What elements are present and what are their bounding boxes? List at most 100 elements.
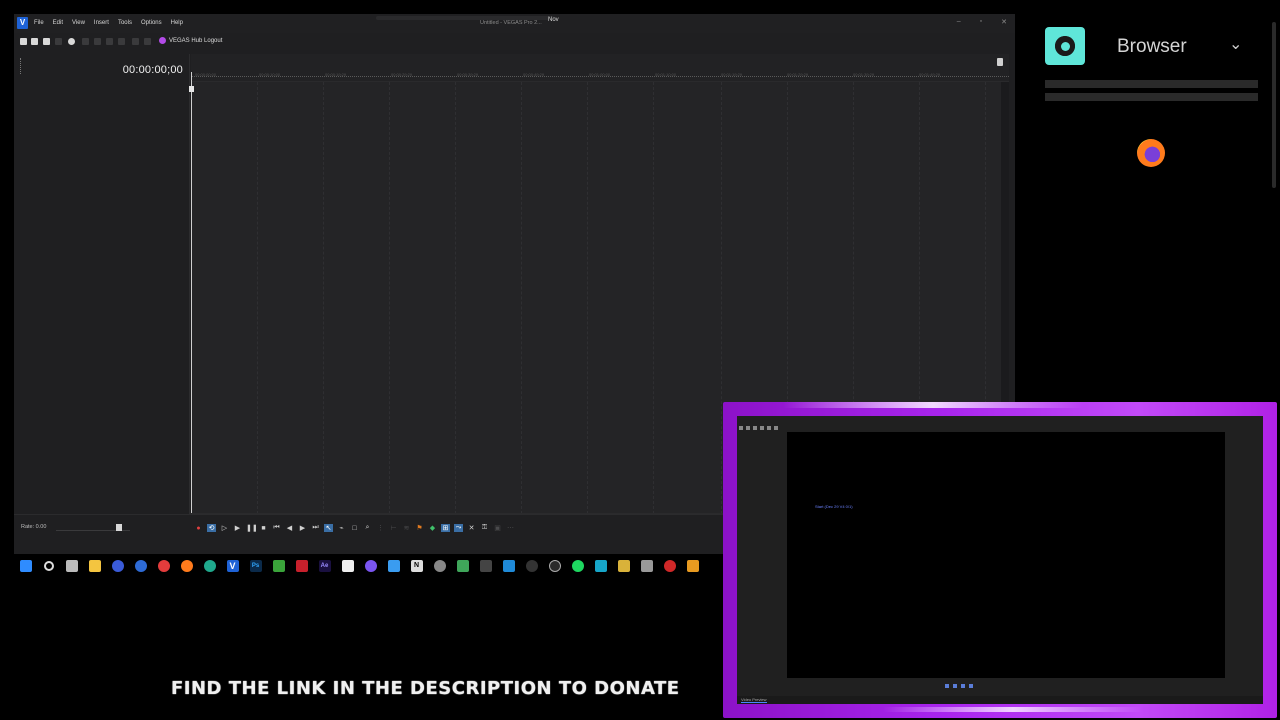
preview-tool-icon[interactable] — [753, 426, 757, 430]
taskbar-photos[interactable] — [382, 554, 405, 578]
timeline-ruler[interactable]: 00:00:00;00 00:00:10;00 00:00:19;29 00:0… — [191, 54, 1009, 82]
preview-tab[interactable]: Video Preview — [741, 697, 767, 703]
crossfade-icon[interactable]: ✕ — [467, 524, 476, 532]
taskbar-spotify[interactable] — [566, 554, 589, 578]
split-icon[interactable]: ⋮ — [376, 524, 385, 532]
terminal-icon — [479, 560, 492, 572]
loop-icon[interactable]: ⟲ — [207, 524, 216, 532]
go-to-end-icon[interactable]: ⏭ — [311, 524, 320, 532]
taskbar-app-blue[interactable] — [497, 554, 520, 578]
pin-icon[interactable] — [997, 58, 1003, 66]
vegas-logo-icon[interactable]: V — [17, 17, 28, 29]
edge-icon — [203, 560, 216, 572]
taskbar-search[interactable] — [37, 554, 60, 578]
start-button[interactable] — [14, 554, 37, 578]
taskbar-after-effects[interactable]: Ae — [313, 554, 336, 578]
ignore-grouping-icon[interactable]: ▣ — [493, 524, 502, 532]
taskbar-app-red[interactable] — [290, 554, 313, 578]
taskbar-app-cyan[interactable] — [589, 554, 612, 578]
close-icon[interactable]: ✕ — [1001, 18, 1007, 26]
record-icon[interactable]: ● — [194, 525, 203, 532]
playhead-cursor[interactable] — [189, 72, 194, 517]
preview-tool-icon[interactable] — [760, 426, 764, 430]
taskbar-app-orange[interactable] — [681, 554, 704, 578]
taskbar-vivaldi[interactable] — [152, 554, 175, 578]
save-icon[interactable] — [43, 38, 50, 45]
snapping-icon[interactable]: ⊞ — [441, 524, 450, 532]
auto-ripple-icon[interactable]: ⤳ — [454, 524, 463, 532]
ruler-tick: 00:01:00;00 — [589, 72, 611, 77]
trim-icon[interactable]: ⊢ — [389, 524, 398, 532]
preview-tool-icon[interactable] — [774, 426, 778, 430]
taskbar-edge[interactable] — [198, 554, 221, 578]
taskbar-obs[interactable] — [543, 554, 566, 578]
taskbar-copilot[interactable] — [106, 554, 129, 578]
open-folder-icon[interactable] — [31, 38, 38, 45]
next-frame-icon[interactable]: ▶ — [298, 524, 307, 532]
taskbar-xbox[interactable] — [267, 554, 290, 578]
firefox-icon[interactable] — [1137, 139, 1165, 167]
menu-options[interactable]: Options — [141, 20, 162, 26]
redo-icon[interactable] — [144, 38, 151, 45]
menu-view[interactable]: View — [72, 20, 85, 26]
vegas-hub-button[interactable]: VEGAS Hub Logout — [159, 37, 222, 44]
undo-icon[interactable] — [132, 38, 139, 45]
panel-grip-icon[interactable] — [20, 58, 22, 74]
selection-tool-icon[interactable]: □ — [350, 525, 359, 532]
chevron-down-icon[interactable]: ⌄ — [1229, 34, 1242, 54]
zoom-tool-icon[interactable]: ⌕ — [363, 524, 372, 532]
dock-scrollbar[interactable] — [1272, 22, 1276, 188]
new-file-icon[interactable] — [20, 38, 27, 45]
cut-icon[interactable] — [82, 38, 89, 45]
taskbar-app-circle[interactable] — [520, 554, 543, 578]
play-icon[interactable]: ▶ — [233, 524, 242, 532]
preview-tool-icon[interactable] — [767, 426, 771, 430]
render-icon[interactable] — [55, 38, 62, 45]
region-icon[interactable]: ◆ — [428, 524, 437, 532]
settings-gear-icon[interactable] — [68, 38, 75, 45]
paste-icon[interactable] — [106, 38, 113, 45]
menu-tools[interactable]: Tools — [118, 20, 132, 26]
preview-tool-icon[interactable] — [746, 426, 750, 430]
marker-icon[interactable]: ⚑ — [415, 524, 424, 532]
preview-canvas[interactable]: Start (Dec 29 V4 0/1) — [787, 432, 1225, 678]
restore-icon[interactable]: ▫ — [980, 18, 982, 26]
taskbar-app-yellow[interactable] — [612, 554, 635, 578]
lock-envelopes-icon[interactable]: ⚿ — [480, 524, 489, 532]
menu-insert[interactable]: Insert — [94, 20, 109, 26]
preview-source-chip[interactable]: Start (Dec 29 V4 0/1) — [815, 504, 853, 509]
normal-edit-tool-icon[interactable]: ↖ — [324, 524, 333, 532]
rate-slider-knob[interactable] — [116, 524, 122, 531]
more-tools-icon[interactable]: ⋯ — [506, 524, 515, 532]
playhead-handle-icon[interactable] — [189, 86, 194, 92]
stop-icon[interactable]: ■ — [259, 525, 268, 532]
taskbar-app-check[interactable] — [129, 554, 152, 578]
taskbar-firefox[interactable] — [175, 554, 198, 578]
pause-icon[interactable]: ❚❚ — [246, 524, 258, 532]
preview-tool-icon[interactable] — [739, 426, 743, 430]
copy-icon[interactable] — [94, 38, 101, 45]
taskbar-app-record[interactable] — [658, 554, 681, 578]
play-from-start-icon[interactable]: ▷ — [220, 524, 229, 532]
taskbar-file-explorer[interactable] — [83, 554, 106, 578]
ripple-icon[interactable]: ≋ — [402, 524, 411, 532]
taskbar-discord[interactable] — [359, 554, 382, 578]
taskbar-photoshop[interactable]: Ps — [244, 554, 267, 578]
taskbar-task-view[interactable] — [60, 554, 83, 578]
previous-frame-icon[interactable]: ◀ — [285, 524, 294, 532]
ruler-tick: 00:01:29;29 — [787, 72, 809, 77]
go-to-start-icon[interactable]: ⏮ — [272, 524, 281, 532]
taskbar-chrome[interactable] — [428, 554, 451, 578]
taskbar-app-green[interactable] — [451, 554, 474, 578]
menu-file[interactable]: File — [34, 20, 44, 26]
delete-icon[interactable] — [118, 38, 125, 45]
envelope-tool-icon[interactable]: ⌁ — [337, 524, 346, 532]
taskbar-notion[interactable]: N — [405, 554, 428, 578]
menu-edit[interactable]: Edit — [53, 20, 63, 26]
menu-help[interactable]: Help — [171, 20, 183, 26]
taskbar-vegas[interactable]: V — [221, 554, 244, 578]
taskbar-capcut[interactable] — [336, 554, 359, 578]
taskbar-terminal[interactable] — [474, 554, 497, 578]
minimize-icon[interactable]: – — [957, 18, 961, 26]
taskbar-app-gray[interactable] — [635, 554, 658, 578]
